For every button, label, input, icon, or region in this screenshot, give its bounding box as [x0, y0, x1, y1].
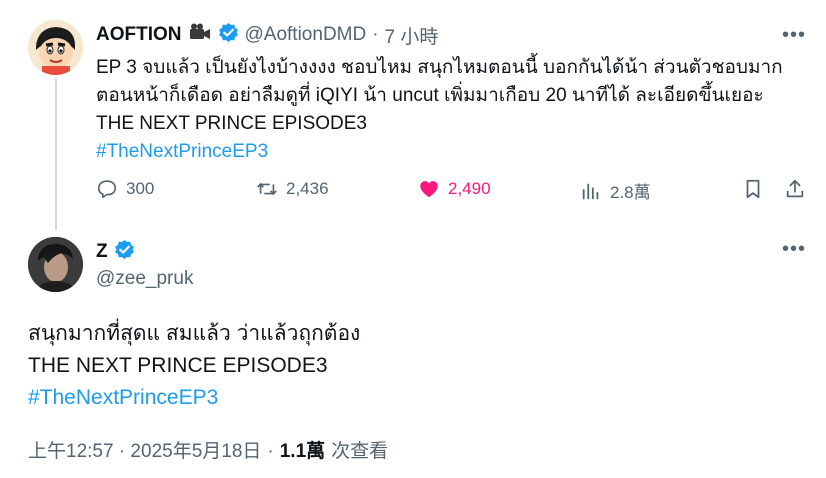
avatar-aoftion[interactable] [28, 20, 83, 75]
tweet-actions: 300 2,436 2,490 2.8萬 [96, 178, 808, 208]
bookmark-icon [746, 179, 760, 199]
reply-views-label: 次查看 [331, 441, 389, 462]
reply-views-count: 1.1萬 [279, 441, 326, 462]
tweet-time[interactable]: 7 小時 [385, 22, 439, 49]
separator-dot: · [372, 24, 379, 45]
hashtag-link[interactable]: #TheNextPrinceEP3 [96, 138, 806, 166]
more-icon[interactable]: ••• [782, 24, 806, 47]
separator-dot: · [267, 441, 274, 462]
retweet-icon [257, 182, 277, 196]
hashtag-link[interactable]: #TheNextPrinceEP3 [28, 382, 788, 414]
thread-connector-line [55, 78, 57, 230]
avatar-photo-image [28, 237, 83, 292]
heart-icon [420, 181, 438, 198]
reply-icon [97, 180, 117, 199]
like-count: 2,490 [448, 179, 491, 198]
verified-badge-icon [218, 22, 239, 49]
reply-body: สนุกมากที่สุดแ สมแล้ว ว่าแล้วถุกต้อง THE… [28, 318, 788, 414]
views-button[interactable]: 2.8萬 [580, 178, 651, 203]
reply-button[interactable]: 300 [96, 178, 154, 200]
tweet-line: EP 3 จบแล้ว เป็นยังไงบ้างงงง ชอบไหม สนุก… [96, 57, 783, 78]
reply-author-name[interactable]: Z [96, 241, 108, 263]
reply-author-handle[interactable]: @zee_pruk [96, 268, 193, 290]
author-handle[interactable]: @AoftionDMD [245, 24, 367, 46]
avatar-cartoon-image [28, 20, 83, 75]
avatar-z[interactable] [28, 237, 83, 292]
verified-badge-icon [114, 239, 135, 266]
bookmark-button[interactable] [742, 178, 764, 200]
reply-line: THE NEXT PRINCE EPISODE3 [28, 354, 328, 377]
reply-timestamp[interactable]: 上午12:57 · 2025年5月18日 [28, 436, 261, 463]
tweet-line: THE NEXT PRINCE EPISODE3 [96, 113, 367, 134]
tweet-header: AOFTION @AoftionDMD · 7 小時 [96, 22, 438, 48]
more-icon[interactable]: ••• [782, 238, 806, 261]
reply-count: 300 [126, 179, 155, 198]
tweet-body: EP 3 จบแล้ว เป็นยังไงบ้างงงง ชอบไหม สนุก… [96, 54, 806, 166]
share-button[interactable] [784, 178, 806, 200]
movie-camera-icon [188, 22, 212, 48]
views-icon [582, 183, 599, 199]
reply-meta: 上午12:57 · 2025年5月18日 · 1.1萬 次查看 [28, 436, 388, 463]
tweet-line: ตอนหน้าก็เดือด อย่าลืมดูที่ iQIYI น้า un… [96, 85, 764, 106]
retweet-count: 2,436 [286, 179, 329, 198]
like-button[interactable]: 2,490 [418, 178, 491, 200]
share-icon [786, 179, 804, 198]
reply-header: Z [96, 239, 135, 266]
author-name[interactable]: AOFTION [96, 24, 182, 46]
views-count: 2.8萬 [610, 183, 651, 202]
retweet-button[interactable]: 2,436 [256, 178, 329, 200]
reply-line: สนุกมากที่สุดแ สมแล้ว ว่าแล้วถุกต้อง [28, 322, 361, 345]
